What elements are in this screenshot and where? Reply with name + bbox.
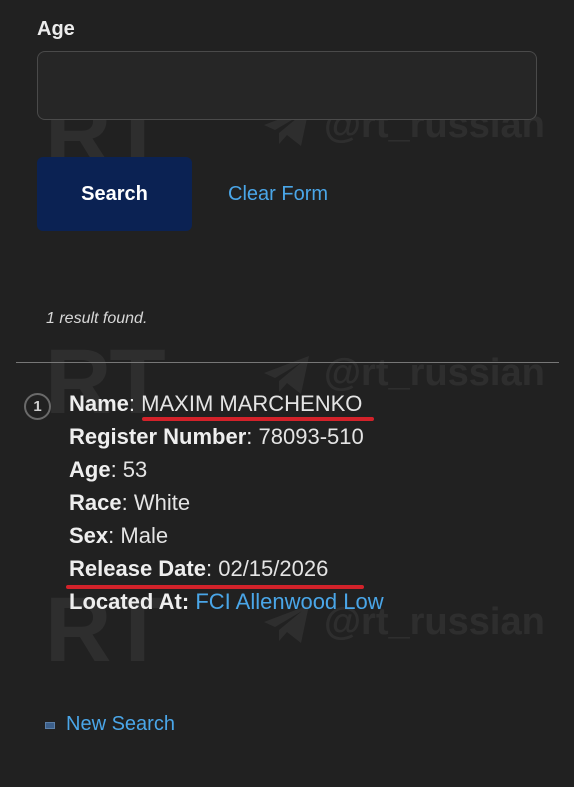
register-number-label: Register Number [69, 424, 247, 449]
release-date-label: Release Date [69, 556, 206, 581]
telegram-plane-icon [264, 356, 309, 394]
race-label: Race [69, 490, 122, 515]
search-button[interactable]: Search [37, 157, 192, 231]
result-location-row: Located At: FCI Allenwood Low [69, 589, 384, 615]
release-date-value: 02/15/2026 [218, 556, 329, 581]
new-search-icon [45, 722, 55, 729]
register-number-value: 78093-510 [258, 424, 364, 449]
result-release-row: Release Date: 02/15/2026 [69, 556, 329, 581]
result-sex-row: Sex: Male [69, 523, 169, 548]
name-label: Name [69, 391, 129, 416]
result-age-row: Age: 53 [69, 457, 148, 482]
highlight-underline [142, 417, 374, 421]
age-field-value: 53 [122, 457, 148, 482]
located-at-label: Located At: [69, 589, 190, 614]
sex-value: Male [120, 523, 169, 548]
facility-link[interactable]: FCI Allenwood Low [195, 589, 383, 614]
divider [16, 362, 559, 363]
watermark-handle: @rt_russian [324, 352, 545, 394]
name-value: MAXIM MARCHENKO [141, 391, 363, 416]
result-race-row: Race: White [69, 490, 191, 515]
result-number-badge: 1 [24, 393, 51, 420]
new-search-link[interactable]: New Search [66, 713, 175, 736]
race-value: White [133, 490, 191, 515]
result-name-row: Name: MAXIM MARCHENKO [69, 391, 363, 416]
results-count: 1 result found. [46, 310, 148, 327]
age-input[interactable] [37, 51, 537, 120]
age-field-label: Age [69, 457, 111, 482]
age-label: Age [37, 18, 75, 40]
result-register-row: Register Number: 78093-510 [69, 424, 364, 449]
sex-label: Sex [69, 523, 109, 548]
clear-form-link[interactable]: Clear Form [228, 183, 328, 206]
